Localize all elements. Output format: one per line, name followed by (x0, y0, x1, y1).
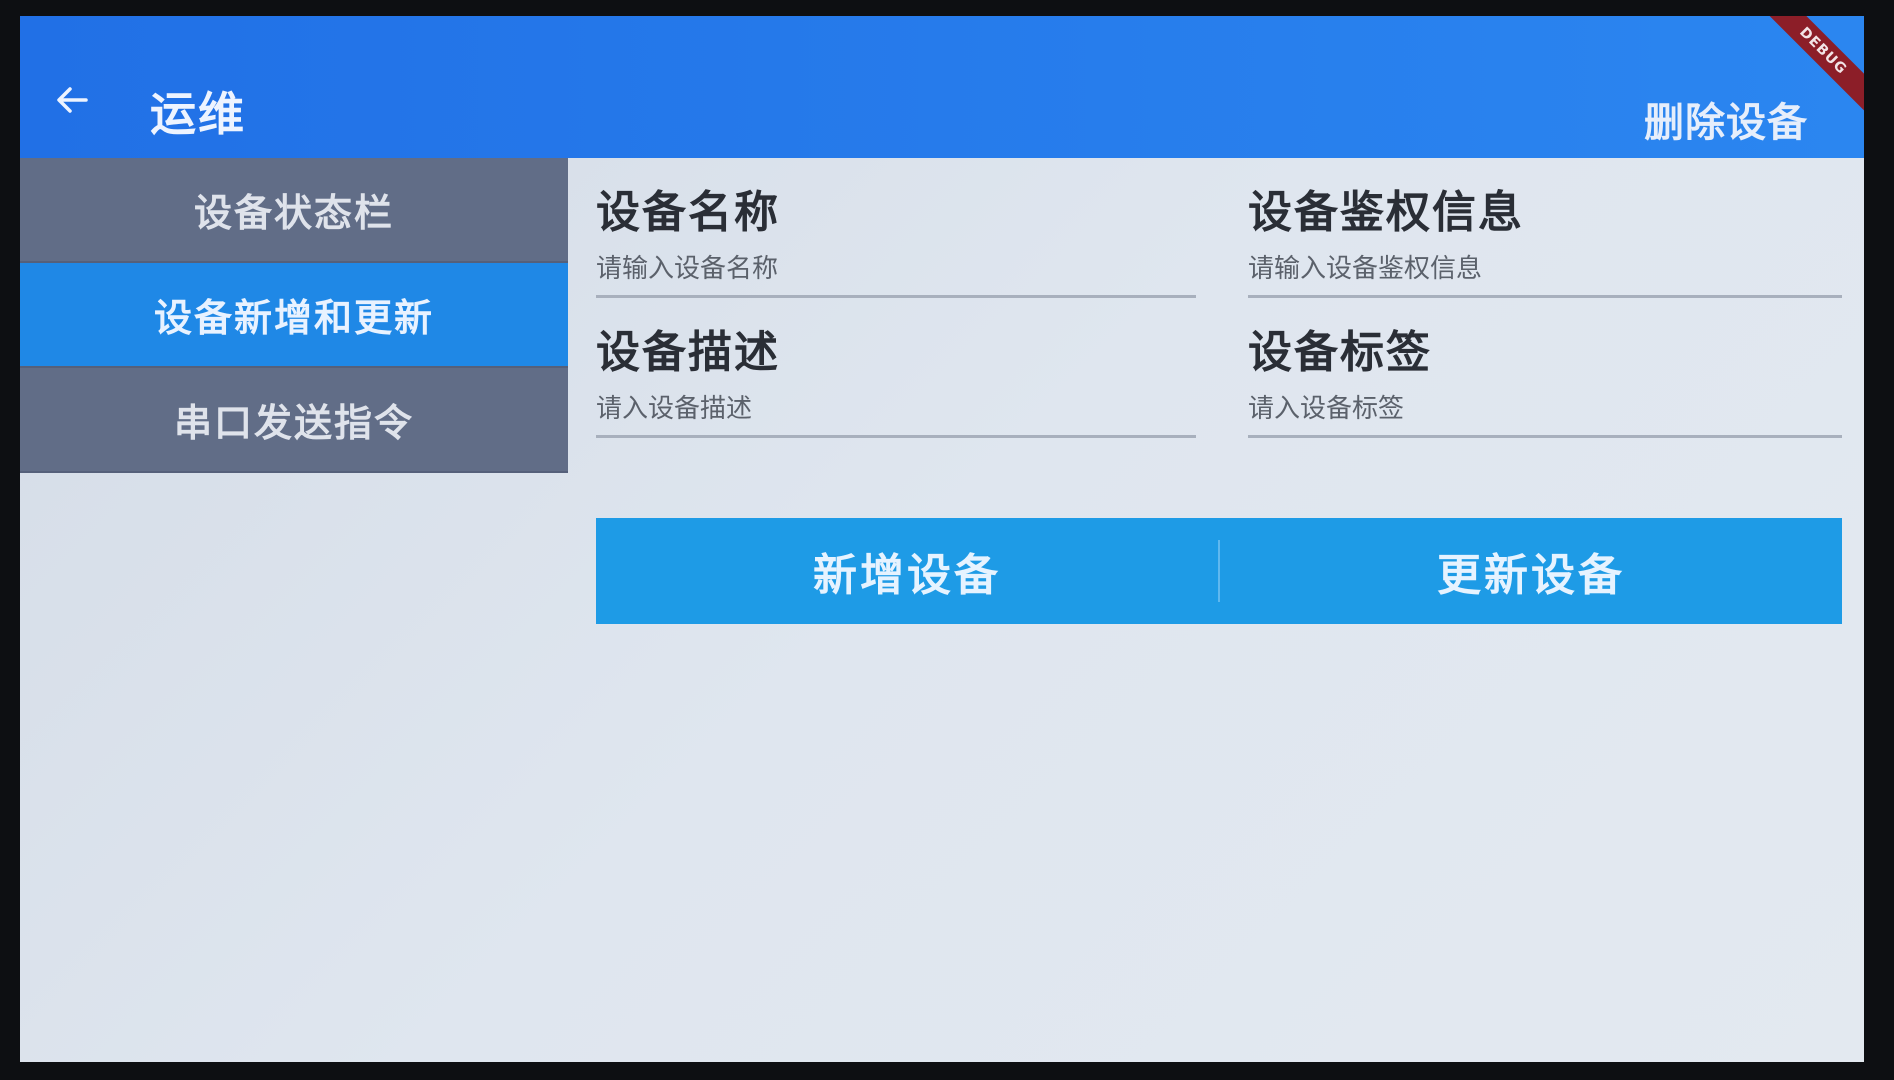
device-name-input[interactable] (596, 254, 1196, 284)
update-device-button[interactable]: 更新设备 (1220, 518, 1842, 624)
device-auth-input[interactable] (1248, 254, 1842, 284)
device-auth-label: 设备鉴权信息 (1248, 187, 1524, 238)
sidebar-item-device-add-update[interactable]: 设备新增和更新 (20, 263, 568, 368)
sidebar: 设备状态栏 设备新增和更新 串口发送指令 (20, 158, 568, 473)
device-tag-input[interactable] (1248, 394, 1842, 424)
add-device-button[interactable]: 新增设备 (596, 518, 1218, 624)
device-screen: 运维 删除设备 DEBUG 设备状态栏 设备新增和更新 串口发送指令 设备名称 … (20, 16, 1864, 1062)
sidebar-item-device-status[interactable]: 设备状态栏 (20, 158, 568, 263)
arrow-left-icon (57, 87, 88, 113)
back-button[interactable] (50, 78, 94, 122)
device-tag-field: 设备标签 (1248, 298, 1842, 438)
device-desc-field: 设备描述 (596, 298, 1196, 438)
action-button-bar: 新增设备 更新设备 (596, 518, 1842, 624)
sidebar-item-serial-command[interactable]: 串口发送指令 (20, 368, 568, 473)
app-bar: 运维 删除设备 DEBUG (20, 16, 1864, 158)
device-name-label: 设备名称 (596, 187, 780, 238)
delete-device-button[interactable]: 删除设备 (1644, 90, 1808, 148)
device-name-field: 设备名称 (596, 158, 1196, 298)
device-auth-field: 设备鉴权信息 (1248, 158, 1842, 298)
page-title: 运维 (150, 87, 246, 141)
device-desc-input[interactable] (596, 394, 1196, 424)
device-tag-label: 设备标签 (1248, 327, 1432, 378)
device-desc-label: 设备描述 (596, 327, 780, 378)
